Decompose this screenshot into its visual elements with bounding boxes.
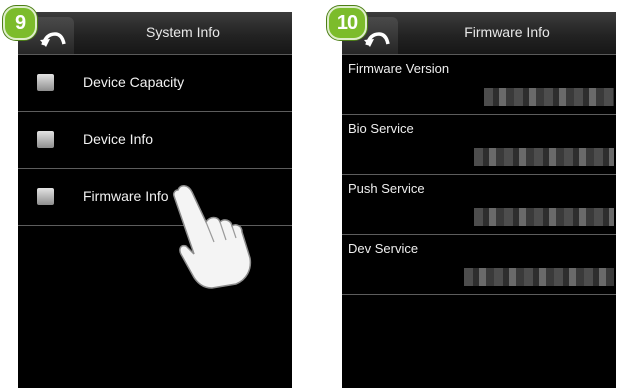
page-title: System Info bbox=[146, 24, 220, 40]
step-badge: 10 bbox=[327, 6, 367, 40]
firmware-info-screen: Firmware Info Firmware Version Bio Servi… bbox=[342, 12, 616, 388]
step-badge: 9 bbox=[3, 6, 37, 40]
menu-item-label: Device Capacity bbox=[83, 74, 185, 90]
page-title: Firmware Info bbox=[464, 24, 550, 40]
field-dev-service: Dev Service bbox=[342, 235, 616, 295]
title-bar: Firmware Info bbox=[342, 12, 616, 55]
device-capacity-icon bbox=[37, 74, 54, 91]
field-push-service: Push Service bbox=[342, 175, 616, 235]
menu-item-label: Device Info bbox=[83, 131, 154, 147]
menu-item-device-info[interactable]: Device Info bbox=[18, 112, 292, 169]
pointing-hand-icon bbox=[173, 185, 252, 289]
title-bar: System Info bbox=[18, 12, 292, 55]
field-firmware-version: Firmware Version bbox=[342, 55, 616, 115]
device-info-icon bbox=[37, 131, 54, 148]
blurred-value bbox=[474, 208, 614, 226]
blurred-value bbox=[484, 88, 614, 106]
menu-item-label: Firmware Info bbox=[83, 188, 169, 204]
field-label: Push Service bbox=[348, 181, 425, 196]
field-label: Firmware Version bbox=[348, 61, 450, 76]
blurred-value bbox=[464, 268, 614, 286]
menu-item-device-capacity[interactable]: Device Capacity bbox=[18, 55, 292, 112]
back-arrow-icon bbox=[364, 32, 390, 47]
back-arrow-icon bbox=[40, 32, 66, 47]
field-bio-service: Bio Service bbox=[342, 115, 616, 175]
firmware-info-icon bbox=[37, 188, 54, 205]
field-label: Dev Service bbox=[348, 241, 419, 256]
field-label: Bio Service bbox=[348, 121, 414, 136]
blurred-value bbox=[474, 148, 614, 166]
